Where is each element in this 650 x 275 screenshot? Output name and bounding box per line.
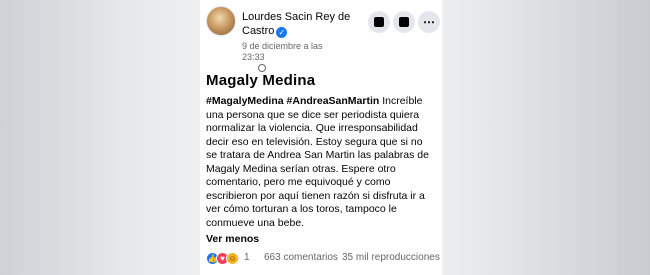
comments-link[interactable]: 663 comentarios bbox=[264, 250, 338, 266]
post-body-text: Increíble una persona que se dice ser pe… bbox=[206, 95, 429, 229]
author-name[interactable]: Lourdes Sacin Rey de Castro ✓ bbox=[242, 10, 352, 38]
author-name-text[interactable]: Lourdes Sacin Rey de Castro bbox=[242, 11, 350, 37]
bookmark-icon bbox=[374, 17, 384, 27]
more-icon: ⋯ bbox=[423, 15, 435, 29]
reaction-count[interactable]: 1 bbox=[244, 250, 250, 266]
post-header: Lourdes Sacin Rey de Castro ✓ 9 de diciem… bbox=[200, 0, 442, 72]
post-hashtags[interactable]: #MagalyMedina #AndreaSanMartin bbox=[206, 95, 379, 107]
share-button[interactable] bbox=[393, 11, 415, 33]
post-date[interactable]: 9 de diciembre a las 23:33 bbox=[242, 41, 332, 63]
blurred-background-right bbox=[440, 0, 650, 275]
post-title[interactable]: Magaly Medina bbox=[206, 72, 315, 89]
shield-icon bbox=[399, 17, 409, 27]
author-avatar[interactable] bbox=[206, 6, 236, 36]
post-body: #MagalyMedina #AndreaSanMartin Increíble… bbox=[206, 95, 436, 230]
blurred-background-left bbox=[0, 0, 200, 275]
views-count: 35 mil reproducciones bbox=[342, 252, 440, 263]
reaction-icons[interactable]: 👍 ♥ ☺ bbox=[206, 252, 240, 265]
more-options-button[interactable]: ⋯ bbox=[418, 11, 440, 33]
save-button[interactable] bbox=[368, 11, 390, 33]
see-less-link[interactable]: Ver menos bbox=[206, 233, 259, 245]
globe-icon bbox=[258, 64, 266, 72]
facebook-post-card: Lourdes Sacin Rey de Castro ✓ 9 de diciem… bbox=[200, 0, 442, 275]
post-footer: 👍 ♥ ☺ 1 663 comentarios 35 mil reproducc… bbox=[206, 250, 442, 266]
haha-icon: ☺ bbox=[226, 252, 239, 265]
verified-badge-icon: ✓ bbox=[276, 27, 288, 38]
